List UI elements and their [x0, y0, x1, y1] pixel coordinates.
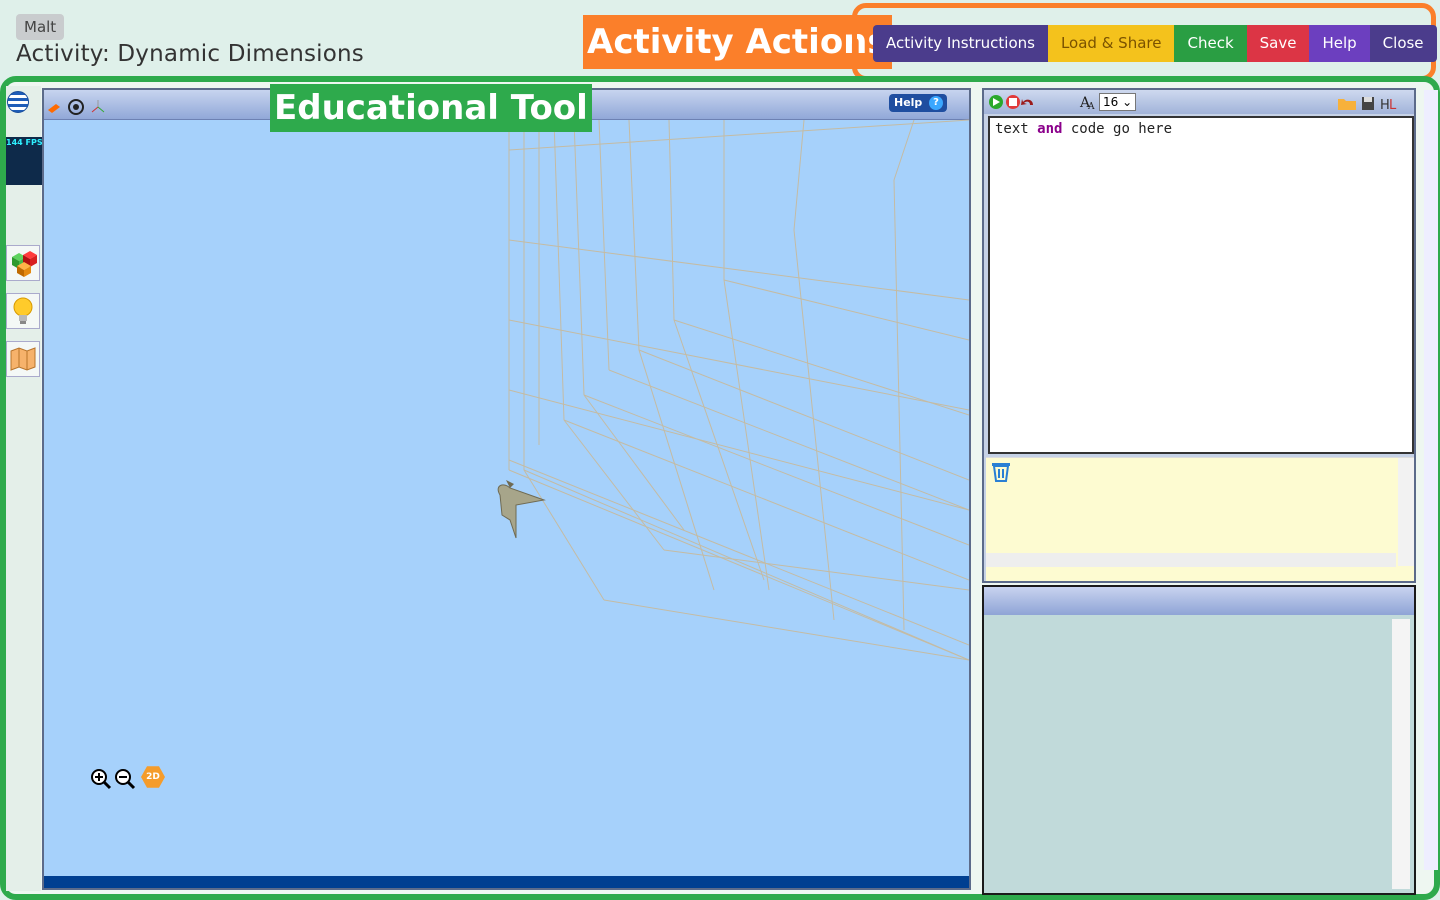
- activity-actions-label: Activity Actions: [583, 15, 892, 69]
- activity-actions-bar: Activity Instructions Load & Share Check…: [873, 25, 1437, 62]
- output-console[interactable]: [986, 457, 1414, 581]
- font-size-select[interactable]: 16 ⌄: [1099, 93, 1136, 111]
- lower-panel-scrollbar[interactable]: [1392, 619, 1410, 889]
- 3d-grid: [497, 119, 969, 661]
- save-button[interactable]: Save: [1246, 25, 1310, 62]
- editor-text-part-2: code go here: [1062, 121, 1173, 137]
- output-vertical-scrollbar[interactable]: [1398, 458, 1414, 566]
- lightbulb-icon: [13, 297, 33, 324]
- file-actions[interactable]: HL: [1336, 94, 1406, 112]
- viewport-statusbar: [44, 876, 969, 888]
- svg-text:L: L: [1389, 98, 1397, 112]
- lower-panel: [982, 585, 1416, 895]
- help-button[interactable]: Help: [1309, 25, 1370, 62]
- svg-text:A: A: [1087, 102, 1095, 111]
- app-badge: Malt: [16, 14, 65, 40]
- zoom-in-icon[interactable]: [90, 768, 112, 790]
- load-share-button[interactable]: Load & Share: [1047, 25, 1175, 62]
- check-button[interactable]: Check: [1174, 25, 1247, 62]
- editor-text-part-1: text: [995, 121, 1038, 137]
- cubes-tool-button[interactable]: [6, 245, 40, 281]
- page-scrollbar[interactable]: [1424, 90, 1438, 870]
- map-icon: [10, 347, 36, 371]
- bird-sprite: [497, 480, 546, 539]
- language-globe-icon[interactable]: [7, 91, 29, 113]
- code-editor[interactable]: text and code go here: [988, 116, 1414, 454]
- output-horizontal-scrollbar[interactable]: [986, 553, 1396, 567]
- map-button[interactable]: [6, 341, 40, 377]
- font-size-value: 16: [1103, 95, 1119, 109]
- font-size-icon: AA: [1079, 95, 1095, 111]
- zoom-out-icon[interactable]: [114, 768, 136, 790]
- activity-instructions-button[interactable]: Activity Instructions: [873, 25, 1048, 62]
- left-tool-strip: [6, 86, 41, 891]
- cubes-icon: [12, 251, 37, 277]
- close-button[interactable]: Close: [1369, 25, 1437, 62]
- editor-keyword: and: [1037, 121, 1063, 137]
- run-controls[interactable]: [988, 94, 1038, 110]
- hint-button[interactable]: [6, 293, 40, 329]
- trash-icon[interactable]: [989, 460, 1013, 482]
- lower-panel-header: [984, 587, 1414, 615]
- code-toolbar: AA 16 ⌄ HL: [984, 90, 1414, 114]
- activity-title: Activity: Dynamic Dimensions: [16, 41, 364, 67]
- 3d-viewport[interactable]: Help ?: [42, 88, 971, 890]
- educational-tool-label: Educational Tool: [270, 84, 592, 132]
- code-panel: AA 16 ⌄ HL text and code go here: [982, 88, 1416, 583]
